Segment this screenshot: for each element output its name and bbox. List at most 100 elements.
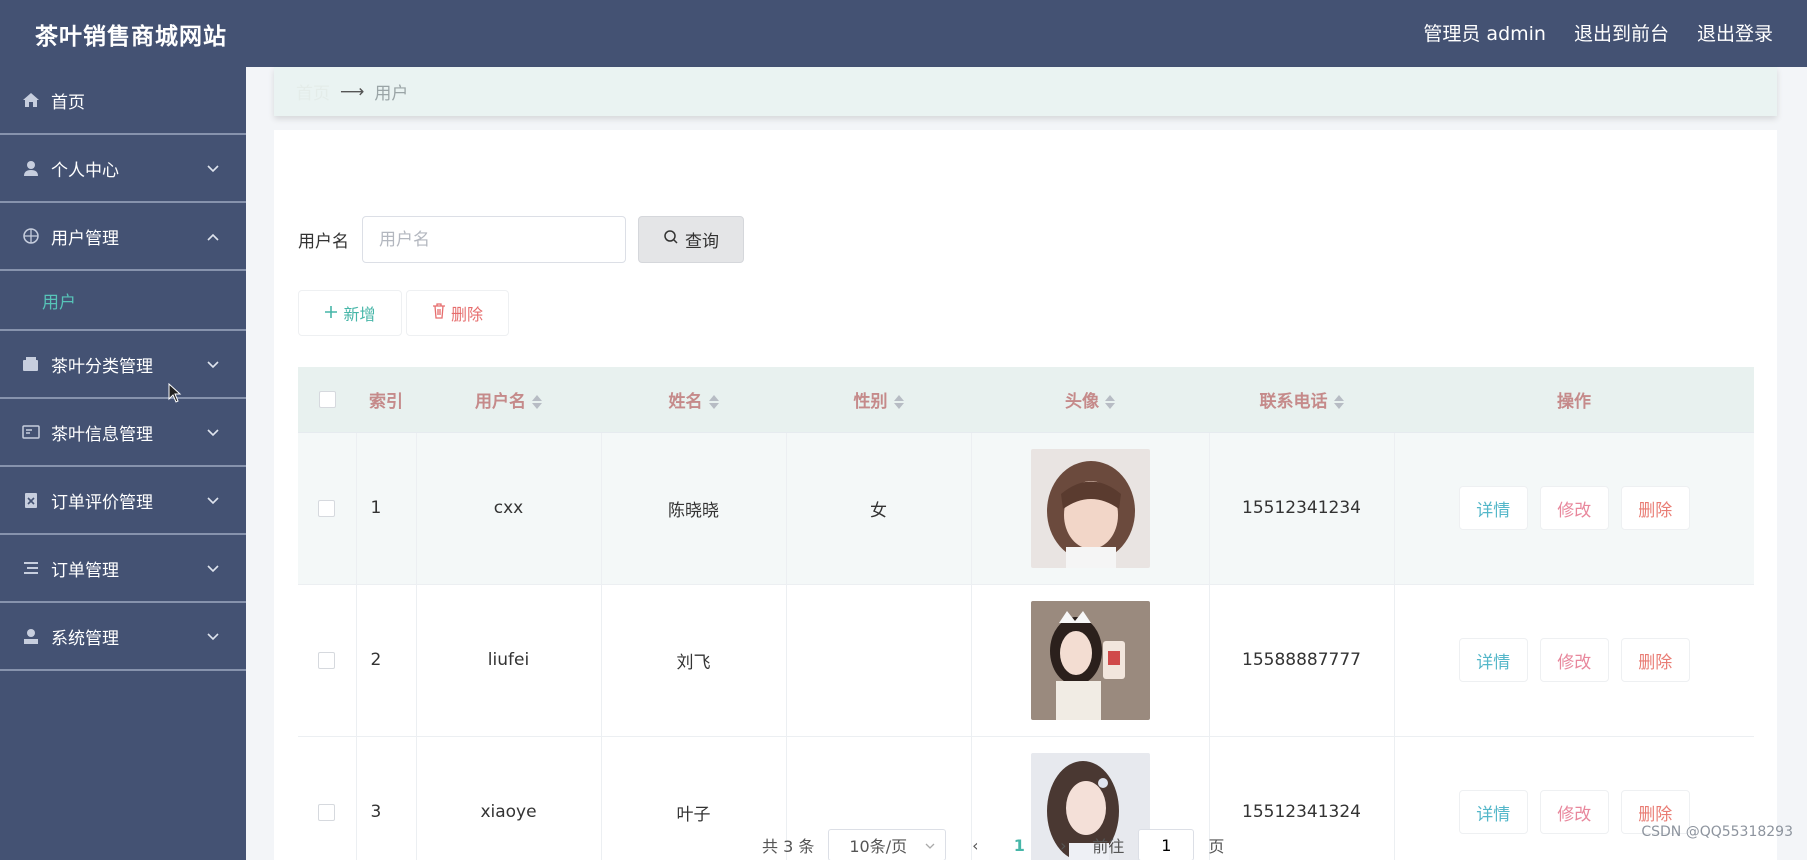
sort-icon[interactable]: [1333, 394, 1344, 410]
cell-ops: 详情 修改 删除: [1394, 432, 1754, 585]
select-all-checkbox[interactable]: [318, 390, 336, 408]
pagination: 共 3 条 10条/页 ‹ 1 › 前往 页: [762, 829, 1224, 860]
sort-icon[interactable]: [532, 394, 542, 410]
sidebar-item-label: 用户管理: [51, 228, 119, 249]
chevron-down-icon: [206, 425, 220, 439]
sidebar-item-label: 首页: [51, 92, 85, 113]
edit-button[interactable]: 修改: [1539, 790, 1609, 834]
back-to-front-link[interactable]: 退出到前台: [1574, 19, 1669, 46]
search-button-label: 查询: [685, 232, 719, 252]
cell-gender: 女: [786, 432, 972, 585]
row-checkbox[interactable]: [318, 803, 336, 821]
breadcrumb-home[interactable]: 首页: [296, 79, 330, 104]
col-header-label: 用户名: [475, 391, 526, 412]
cell-username: xiaoye: [416, 736, 602, 860]
col-header-name[interactable]: 姓名: [601, 367, 786, 433]
col-header-ops: 操作: [1394, 367, 1754, 433]
person-icon: [22, 159, 40, 177]
main-content: 首页 ⟶ 用户 用户名 查询 新增 删除: [246, 67, 1807, 860]
sort-icon[interactable]: [708, 394, 719, 410]
cell-ops: 详情 修改 删除: [1394, 584, 1754, 737]
trash-icon: [432, 303, 446, 323]
cell-username: cxx: [416, 432, 602, 585]
user-table: 索引 用户名 姓名 性别 头像 联系电话 操作 1 cxx 陈晓晓 女 1551…: [298, 367, 1754, 860]
search-button[interactable]: 查询: [638, 216, 744, 263]
search-icon: [663, 229, 679, 250]
cell-avatar: [971, 584, 1210, 737]
prev-page-icon[interactable]: ‹: [960, 836, 990, 855]
avatar[interactable]: [1030, 600, 1150, 720]
sidebar-item-tea-category[interactable]: 茶叶分类管理: [0, 331, 246, 399]
delete-button[interactable]: 删除: [1620, 486, 1690, 530]
target-icon: [22, 227, 40, 245]
logout-link[interactable]: 退出登录: [1697, 19, 1773, 46]
row-checkbox[interactable]: [318, 651, 336, 669]
plus-icon: [324, 304, 338, 323]
batch-delete-label: 删除: [450, 305, 483, 324]
sidebar-item-order-management[interactable]: 订单管理: [0, 535, 246, 603]
detail-button[interactable]: 详情: [1458, 638, 1528, 682]
col-header-label: 性别: [853, 391, 888, 412]
sidebar: 首页 个人中心 用户管理 用户 茶叶分类管理 茶叶信息管理 订单评价管理 订单管…: [0, 67, 246, 860]
total-count: 共 3 条: [762, 837, 815, 856]
edit-button[interactable]: 修改: [1539, 486, 1609, 530]
admin-user-label[interactable]: 管理员 admin: [1423, 19, 1546, 46]
page-size-value: 10条/页: [849, 837, 908, 856]
cell-ops: 详情 修改 删除: [1394, 736, 1754, 860]
table-row: 2 liufei 刘飞 15588887777 详情 修改 删除: [298, 584, 1754, 737]
page-number-current[interactable]: 1: [1004, 836, 1034, 855]
sort-icon[interactable]: [1105, 394, 1115, 410]
next-page-icon[interactable]: ›: [1048, 836, 1078, 855]
col-header-phone[interactable]: 联系电话: [1209, 367, 1394, 433]
select-all-cell: [298, 367, 356, 433]
cell-phone: 15588887777: [1209, 584, 1395, 737]
list-icon: [22, 559, 40, 577]
delete-button[interactable]: 删除: [1620, 638, 1690, 682]
sidebar-item-personal-center[interactable]: 个人中心: [0, 135, 246, 203]
username-search-input[interactable]: [362, 216, 626, 263]
arrow-right-icon: ⟶: [340, 81, 365, 102]
detail-button[interactable]: 详情: [1458, 486, 1528, 530]
goto-page-input[interactable]: [1138, 829, 1195, 860]
page-size-select[interactable]: 10条/页: [828, 829, 947, 860]
row-checkbox[interactable]: [318, 499, 336, 517]
sidebar-item-label: 订单管理: [51, 560, 119, 581]
sidebar-item-tea-info[interactable]: 茶叶信息管理: [0, 399, 246, 467]
cell-name: 叶子: [601, 736, 787, 860]
breadcrumb: 首页 ⟶ 用户: [274, 67, 1777, 116]
add-button-label: 新增: [343, 305, 376, 324]
chevron-down-icon: [925, 836, 935, 855]
table-row: 1 cxx 陈晓晓 女 15512341234 详情 修改 删除: [298, 432, 1754, 585]
sidebar-item-user-management[interactable]: 用户管理: [0, 203, 246, 271]
sidebar-item-system-management[interactable]: 系统管理: [0, 603, 246, 671]
search-label: 用户名: [298, 232, 349, 252]
user-stamp-icon: [22, 627, 40, 645]
sidebar-item-label: 茶叶分类管理: [51, 356, 153, 377]
sidebar-item-order-review[interactable]: 订单评价管理: [0, 467, 246, 535]
mouse-cursor-icon: [168, 382, 182, 403]
watermark: CSDN @QQ55318293: [1641, 824, 1793, 840]
add-button[interactable]: 新增: [298, 290, 402, 336]
cell-username: liufei: [416, 584, 602, 737]
col-header-avatar[interactable]: 头像: [971, 367, 1209, 433]
chevron-down-icon: [206, 161, 220, 175]
col-header-label: 头像: [1065, 391, 1099, 412]
cell-phone: 15512341234: [1209, 432, 1395, 585]
row-select-cell: [298, 584, 357, 737]
col-header-gender[interactable]: 性别: [786, 367, 971, 433]
cell-index: 2: [356, 584, 417, 737]
edit-button[interactable]: 修改: [1539, 638, 1609, 682]
cell-gender: [786, 584, 972, 737]
table-header-row: 索引 用户名 姓名 性别 头像 联系电话 操作: [298, 367, 1754, 433]
sidebar-item-label: 茶叶信息管理: [51, 424, 153, 445]
avatar[interactable]: [1030, 448, 1150, 568]
row-select-cell: [298, 736, 357, 860]
col-header-username[interactable]: 用户名: [416, 367, 601, 433]
sidebar-item-home[interactable]: 首页: [0, 67, 246, 135]
batch-delete-button[interactable]: 删除: [406, 290, 509, 336]
sidebar-item-label: 个人中心: [51, 160, 119, 181]
sidebar-subitem-users[interactable]: 用户: [0, 271, 246, 331]
detail-button[interactable]: 详情: [1458, 790, 1528, 834]
breadcrumb-current: 用户: [374, 84, 409, 104]
sort-icon[interactable]: [893, 394, 904, 410]
